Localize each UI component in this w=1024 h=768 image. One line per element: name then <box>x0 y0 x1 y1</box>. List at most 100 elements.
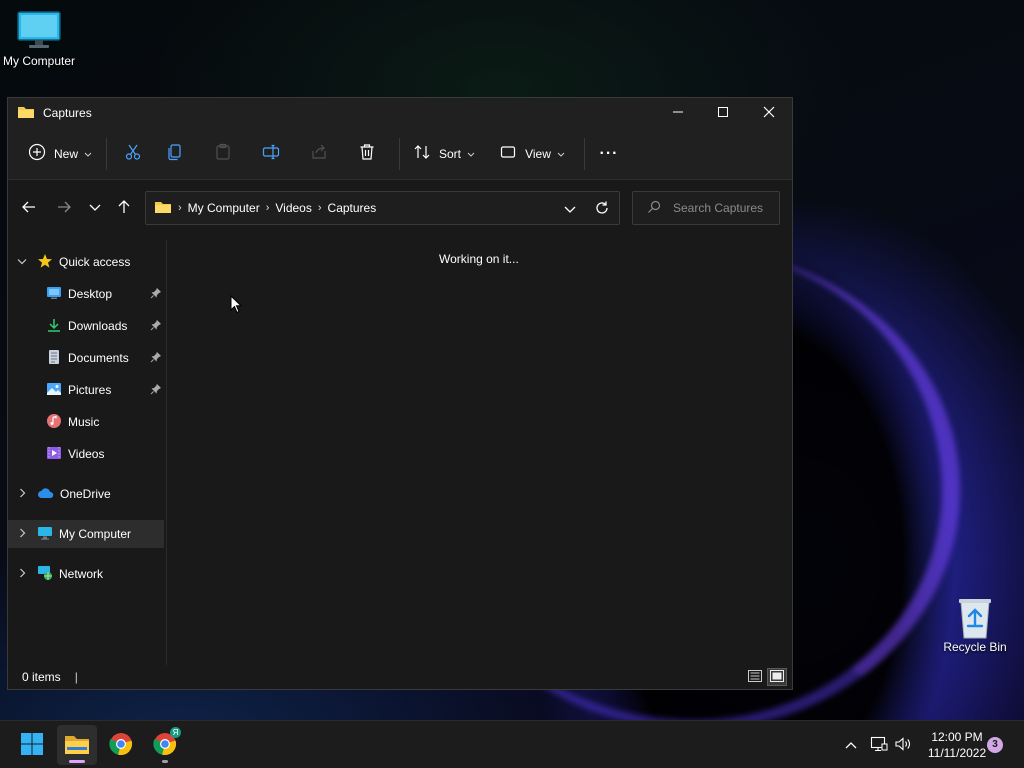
status-divider: | <box>74 670 78 684</box>
show-hidden-icons-button[interactable] <box>841 735 861 755</box>
chevron-right-icon[interactable] <box>19 527 31 541</box>
ethernet-icon <box>870 736 888 755</box>
address-history-button[interactable] <box>564 203 576 217</box>
file-list-area[interactable]: Working on it... <box>168 240 792 665</box>
sidebar-item-label: OneDrive <box>60 487 111 501</box>
scissors-icon <box>124 143 142 164</box>
title-bar[interactable]: Captures <box>8 98 792 128</box>
chevron-right-icon[interactable] <box>19 567 31 581</box>
new-button[interactable]: New <box>26 138 94 170</box>
toolbar-separator <box>584 137 585 170</box>
details-view-button[interactable] <box>745 668 765 686</box>
breadcrumb-videos[interactable]: Videos <box>275 201 311 215</box>
chevron-up-icon <box>845 738 857 752</box>
sidebar-item-videos[interactable]: Videos <box>8 440 164 468</box>
address-row: › My Computer › Videos › Captures <box>8 180 792 236</box>
search-box[interactable] <box>632 191 783 225</box>
network-icon <box>37 565 53 584</box>
sidebar-item-pictures[interactable]: Pictures <box>8 376 164 404</box>
cut-button[interactable] <box>115 138 151 170</box>
sidebar-item-my-computer[interactable]: My Computer <box>8 520 164 548</box>
mouse-cursor-icon <box>230 294 243 317</box>
sidebar-item-label: Downloads <box>68 319 128 333</box>
videos-icon <box>46 445 62 464</box>
arrow-up-icon <box>116 199 132 218</box>
desktop-icon-label: Recycle Bin <box>943 640 1007 654</box>
toolbar-separator <box>399 137 400 170</box>
clock[interactable]: 12:00 PM 11/11/2022 <box>922 729 992 761</box>
recent-locations-button[interactable] <box>83 196 107 220</box>
search-icon <box>647 200 661 217</box>
more-icon: ··· <box>599 144 619 162</box>
view-button[interactable]: View <box>488 138 576 170</box>
folder-icon <box>64 733 90 758</box>
sidebar-item-downloads[interactable]: Downloads <box>8 312 164 340</box>
chrome-icon <box>109 732 133 759</box>
taskbar-file-explorer[interactable] <box>57 725 97 765</box>
chevron-down-icon <box>84 147 92 161</box>
taskbar-chrome[interactable] <box>101 725 141 765</box>
up-button[interactable] <box>112 196 136 220</box>
folder-icon <box>154 200 172 217</box>
rename-button[interactable] <box>247 138 295 170</box>
desktop-icon-my-computer[interactable]: My Computer <box>0 10 79 68</box>
share-button[interactable] <box>295 138 343 170</box>
arrow-left-icon <box>21 199 37 218</box>
copy-button[interactable] <box>151 138 199 170</box>
start-button[interactable] <box>12 725 52 765</box>
pin-icon[interactable] <box>150 383 162 398</box>
chevron-down-icon <box>89 201 101 215</box>
pane-splitter[interactable] <box>166 240 167 665</box>
address-bar[interactable]: › My Computer › Videos › Captures <box>145 191 620 225</box>
monitor-icon <box>16 10 62 50</box>
window-title: Captures <box>43 106 92 120</box>
sidebar-item-label: Music <box>68 415 100 429</box>
toolbar-separator <box>106 137 107 170</box>
pin-icon[interactable] <box>150 351 162 366</box>
breadcrumb-captures[interactable]: Captures <box>328 201 377 215</box>
volume-button[interactable] <box>893 735 913 755</box>
taskbar-chrome-profile[interactable]: Я <box>145 725 185 765</box>
minimize-button[interactable] <box>655 98 701 128</box>
maximize-button[interactable] <box>700 98 746 128</box>
breadcrumb-separator: › <box>178 202 182 214</box>
breadcrumb-my-computer[interactable]: My Computer <box>188 201 260 215</box>
breadcrumb-separator: › <box>265 202 270 214</box>
close-button[interactable] <box>746 98 792 128</box>
sidebar-item-music[interactable]: Music <box>8 408 164 436</box>
notification-badge[interactable]: 3 <box>987 737 1003 753</box>
large-icons-view-button[interactable] <box>767 668 787 686</box>
sidebar-item-label: Network <box>59 567 104 581</box>
refresh-button[interactable] <box>594 200 610 219</box>
close-icon <box>763 106 775 121</box>
sidebar-item-quick-access[interactable]: Quick access <box>8 248 164 276</box>
pin-icon[interactable] <box>150 287 162 302</box>
sidebar-item-desktop[interactable]: Desktop <box>8 280 164 308</box>
sort-icon <box>413 143 431 164</box>
pin-icon[interactable] <box>150 319 162 334</box>
paste-button[interactable] <box>199 138 247 170</box>
running-indicator <box>162 760 168 763</box>
chevron-right-icon[interactable] <box>19 487 31 501</box>
search-input[interactable] <box>673 201 783 215</box>
sort-button[interactable]: Sort <box>408 138 480 170</box>
profile-badge: Я <box>170 727 181 738</box>
maximize-icon <box>717 106 729 121</box>
sidebar-item-documents[interactable]: Documents <box>8 344 164 372</box>
large-icons-view-icon <box>770 669 784 685</box>
folder-icon <box>17 105 35 122</box>
chevron-expanded-icon[interactable] <box>17 255 29 269</box>
desktop-icon <box>46 286 62 303</box>
items-count: 0 items <box>22 670 61 684</box>
rename-icon <box>262 143 280 164</box>
network-status-button[interactable] <box>869 735 889 755</box>
minimize-icon <box>672 106 684 121</box>
sidebar-item-network[interactable]: Network <box>8 560 164 588</box>
more-options-button[interactable]: ··· <box>593 138 625 170</box>
back-button[interactable] <box>17 196 41 220</box>
forward-button[interactable] <box>52 196 76 220</box>
desktop-icon-recycle-bin[interactable]: Recycle Bin <box>935 596 1015 654</box>
delete-button[interactable] <box>343 138 391 170</box>
sidebar-item-onedrive[interactable]: OneDrive <box>8 480 164 508</box>
copy-icon <box>166 143 184 164</box>
